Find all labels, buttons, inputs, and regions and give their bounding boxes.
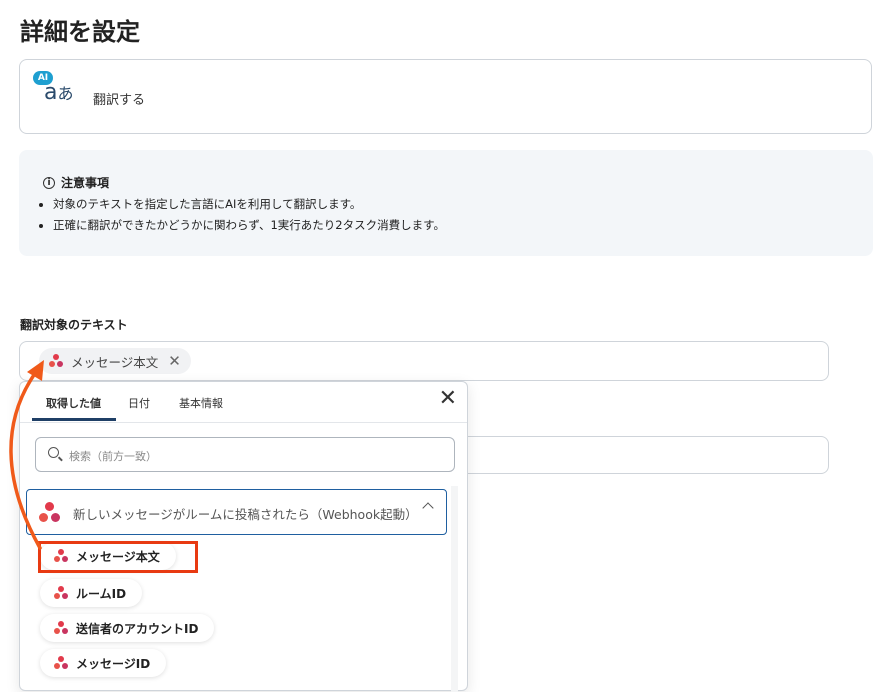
arrow-path	[9, 370, 42, 550]
annotation-arrow	[9, 360, 44, 550]
arrow-head	[27, 360, 44, 381]
